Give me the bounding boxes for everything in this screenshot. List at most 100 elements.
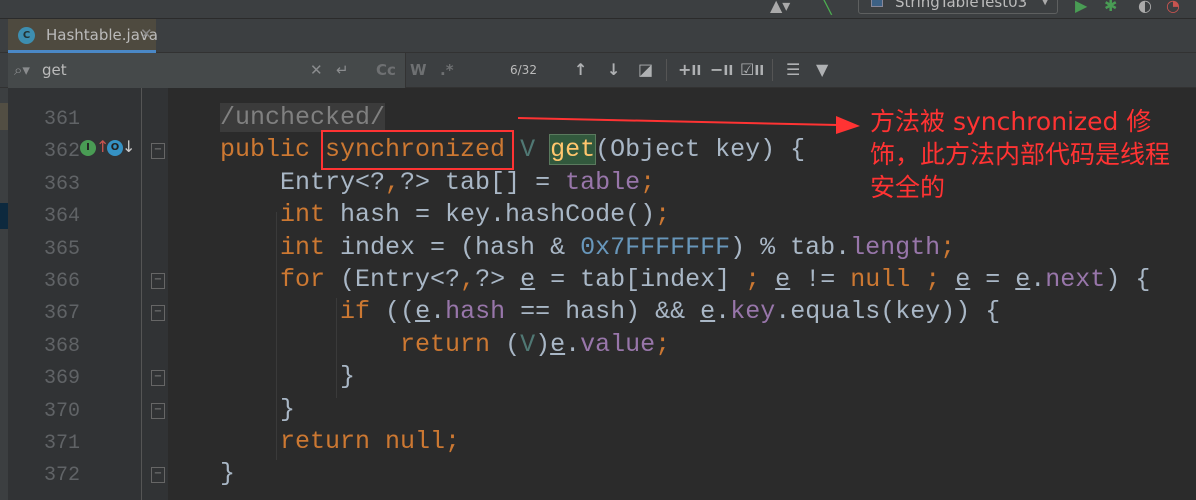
line-number: 366 [43, 270, 80, 293]
code-token: e [955, 265, 971, 294]
editor-tabs: C Hashtable.java ✕ [0, 19, 1196, 53]
code-token: V [520, 329, 536, 359]
code-token: e [415, 297, 431, 327]
code-line: return (V)e.value; [220, 329, 670, 361]
close-icon[interactable]: ✕ [140, 25, 153, 43]
regex-toggle[interactable]: .* [440, 61, 454, 79]
code-token: table [565, 167, 641, 197]
line-number: 363 [43, 172, 80, 196]
code-line: } [220, 458, 235, 490]
divider [772, 59, 773, 81]
highlight-box [321, 130, 514, 170]
code-token: 0x7FFFFFFF [580, 232, 731, 262]
add-selection-icon[interactable]: +II [678, 60, 701, 79]
tab-hashtable-java[interactable]: C Hashtable.java ✕ [8, 19, 158, 53]
code-token: , [385, 167, 401, 197]
code-token: null [850, 265, 926, 294]
fold-marker-icon[interactable]: − [151, 402, 165, 419]
debug-icon[interactable]: ✱ [1104, 0, 1117, 15]
select-all-icon[interactable]: ☑II [740, 60, 764, 79]
words-toggle[interactable]: W [410, 61, 427, 79]
fold-marker-icon[interactable]: − [151, 305, 165, 322]
code-token: get [549, 134, 597, 166]
run-configuration-select[interactable]: StringTableTest03 ▼ [858, 0, 1058, 14]
code-token: == hash) && [505, 297, 701, 327]
line-number: 368 [43, 334, 80, 358]
code-token: e [1015, 265, 1031, 294]
fold-marker-icon[interactable]: − [151, 467, 165, 484]
arrow-icon [518, 116, 860, 134]
code-token: if [340, 297, 386, 327]
code-token: .equals(key)) { [775, 297, 1001, 327]
filter-icon[interactable]: ▼ [816, 60, 828, 79]
code-token: = [970, 265, 1016, 294]
clear-icon[interactable]: ✕ [310, 61, 323, 79]
overrides-icon[interactable]: O [107, 140, 123, 156]
divider [666, 59, 667, 81]
code-token: ; [745, 265, 776, 294]
fold-marker-icon[interactable]: − [151, 273, 165, 289]
code-token: ; [925, 265, 956, 294]
previous-occurrence-icon[interactable]: ↑ [574, 60, 587, 79]
code-token: , [460, 265, 476, 294]
code-token: public [220, 135, 326, 165]
code-line: return null; [220, 426, 460, 458]
implements-icon[interactable]: I [80, 140, 96, 156]
code-token: . [430, 297, 446, 327]
code-token: next [1045, 265, 1106, 294]
code-token: ) [535, 329, 551, 359]
code-token: . [1030, 265, 1046, 294]
code-token: e [520, 265, 536, 294]
match-case-toggle[interactable]: Cc [376, 61, 396, 79]
search-input[interactable]: ⌕▾ get ✕ ↵ Cc W .* [8, 53, 454, 88]
remove-selection-icon[interactable]: −II [710, 60, 733, 79]
search-icon[interactable]: ⌕▾ [14, 61, 30, 79]
code-token: value [580, 329, 656, 359]
code-token: ; [940, 232, 956, 262]
code-token: ) % tab. [730, 232, 851, 262]
code-token: key [730, 297, 776, 327]
run-icon[interactable]: ▶ [1075, 0, 1087, 15]
annotation-note: 方法被 synchronized 修饰，此方法内部代码是线程安全的 [870, 107, 1171, 202]
code-token: ?> [475, 265, 521, 294]
code-token: ; [655, 200, 671, 230]
line-number: 367 [43, 302, 80, 326]
left-tool-strip [0, 88, 8, 500]
line-number: 369 [43, 367, 80, 391]
code-token: ?> tab[] = [400, 167, 566, 197]
new-line-icon[interactable]: ↵ [336, 61, 349, 79]
user-icon[interactable]: ▲▾ [770, 0, 790, 15]
code-token: . [565, 329, 581, 359]
code-token: e [775, 265, 791, 294]
code-token: hash [445, 297, 506, 327]
find-bar: ⌕▾ get ✕ ↵ Cc W .* 6/32 ↑ ↓ ◪ +II −II ☑I… [0, 53, 1196, 88]
code-token: ( [505, 329, 521, 359]
next-occurrence-icon[interactable]: ↓ [607, 60, 620, 79]
main-toolbar: ▲▾ ╲ StringTableTest03 ▼ ▶ ✱ ◐ ◔ [0, 0, 1196, 19]
fold-marker-icon[interactable]: − [151, 370, 165, 387]
line-number: 364 [43, 205, 80, 229]
fold-marker-icon[interactable]: − [151, 143, 165, 160]
code-token: != [790, 265, 851, 294]
select-all-occurrences-icon[interactable]: ◪ [638, 60, 653, 79]
filter-search-results-icon[interactable]: ☰ [786, 60, 800, 79]
code-line: Entry<?,?> tab[] = table; [220, 167, 655, 199]
code-token: int [280, 200, 341, 230]
code-token: . [715, 297, 731, 327]
code-token: V [520, 135, 536, 165]
code-token: ; [445, 427, 461, 456]
config-icon [871, 0, 883, 7]
line-number: 365 [43, 237, 80, 261]
coverage-icon[interactable]: ◐ [1138, 0, 1152, 15]
code-token: for [280, 265, 341, 294]
code-token: ) { [1105, 265, 1151, 294]
code-token: e [700, 297, 716, 327]
profile-icon[interactable]: ◔ [1166, 0, 1180, 15]
build-hammer-icon[interactable]: ╲ [822, 0, 832, 15]
code-token: return [400, 329, 506, 359]
